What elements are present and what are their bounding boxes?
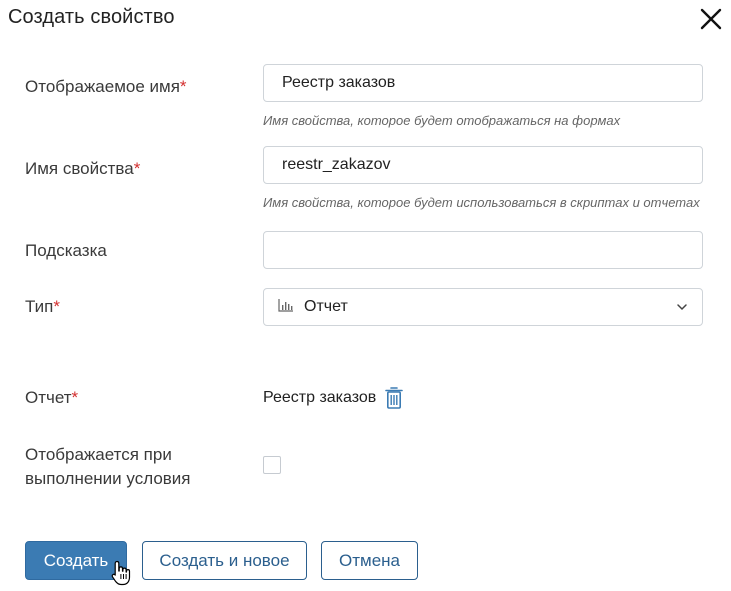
tooltip-input[interactable]: [263, 231, 703, 269]
property-name-input[interactable]: reestr_zakazov: [263, 146, 703, 184]
type-selected-value: Отчет: [304, 298, 348, 315]
required-mark: *: [53, 297, 60, 316]
trash-icon[interactable]: [384, 386, 404, 410]
required-mark: *: [179, 77, 187, 96]
conditional-label: Отображается при выполнении условия: [25, 443, 191, 491]
display-name-label: Отображаемое имя*: [25, 75, 187, 99]
type-label-text: Тип: [25, 297, 54, 316]
property-name-label: Имя свойства*: [25, 157, 140, 181]
close-icon[interactable]: [699, 7, 723, 31]
required-mark: *: [71, 388, 79, 407]
bar-chart-icon: [278, 298, 294, 317]
create-and-new-button[interactable]: Создать и новое: [142, 541, 307, 580]
type-label: Тип*: [25, 295, 60, 319]
type-select[interactable]: Отчет: [263, 288, 703, 326]
display-name-input[interactable]: Реестр заказов: [263, 64, 703, 102]
hand-cursor-icon: [111, 560, 131, 591]
required-mark: *: [133, 159, 141, 178]
cancel-button[interactable]: Отмена: [321, 541, 418, 580]
report-label: Отчет*: [25, 386, 78, 410]
tooltip-label: Подсказка: [25, 241, 107, 260]
display-name-value: Реестр заказов: [282, 74, 396, 91]
display-name-label-text: Отображаемое имя: [25, 77, 180, 96]
display-name-hint: Имя свойства, которое будет отображаться…: [263, 113, 621, 128]
dialog-title: Создать свойство: [8, 6, 175, 28]
report-value: Реестр заказов: [263, 389, 377, 406]
chevron-down-icon: [676, 298, 688, 316]
conditional-checkbox[interactable]: [263, 456, 281, 474]
report-value-row: Реестр заказов: [263, 386, 404, 410]
conditional-label-line2: выполнении условия: [25, 469, 191, 488]
property-name-label-text: Имя свойства: [25, 159, 134, 178]
conditional-label-line1: Отображается при: [25, 445, 172, 464]
report-label-text: Отчет: [25, 388, 72, 407]
property-name-value: reestr_zakazov: [282, 156, 391, 173]
property-name-hint: Имя свойства, которое будет использовать…: [263, 195, 700, 210]
